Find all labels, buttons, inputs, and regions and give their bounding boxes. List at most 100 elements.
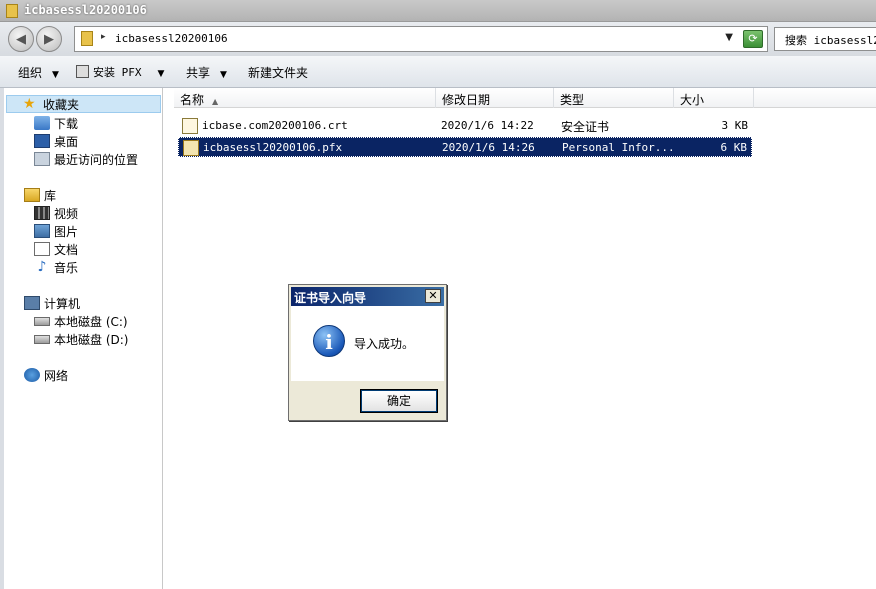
navigation-pane: ★ 收藏夹 下载 桌面 最近访问的位置 库 视频 图片 文档 ♪ 音乐 计算机 本地… <box>0 88 163 589</box>
import-wizard-dialog: 证书导入向导 ✕ i 导入成功。 确定 <box>288 284 447 421</box>
nav-documents[interactable]: 文档 <box>34 240 78 258</box>
dialog-body: i 导入成功。 <box>291 306 444 381</box>
pfx-file-icon <box>183 140 199 156</box>
nav-drive-c[interactable]: 本地磁盘 (C:) <box>34 312 128 330</box>
window-title: icbasessl20200106 <box>24 3 147 17</box>
file-row[interactable]: icbase.com20200106.crt 2020/1/6 14:22 安全… <box>178 116 752 136</box>
column-header-size[interactable]: 大小 <box>674 88 754 108</box>
back-arrow-icon: ◀ <box>16 31 26 47</box>
forward-arrow-icon: ▶ <box>44 31 54 47</box>
nav-favorites-label: 收藏夹 <box>43 97 80 112</box>
nav-pictures-label: 图片 <box>54 224 79 239</box>
certificate-file-icon <box>182 118 198 134</box>
folder-icon <box>6 4 18 18</box>
new-folder-button[interactable]: 新建文件夹 <box>248 64 308 81</box>
certificate-icon <box>76 65 89 78</box>
organize-menu-button[interactable]: 组织 ▼ <box>18 64 59 81</box>
share-menu-button[interactable]: 共享 ▼ <box>186 64 227 81</box>
nav-downloads[interactable]: 下载 <box>34 114 78 132</box>
organize-label: 组织 <box>18 66 43 80</box>
install-pfx-button[interactable]: 安装 PFX ▼ <box>76 64 164 80</box>
column-date-label: 修改日期 <box>442 93 491 107</box>
nav-network[interactable]: 网络 <box>24 366 68 384</box>
nav-videos-label: 视频 <box>54 206 79 221</box>
nav-computer-label: 计算机 <box>44 296 81 311</box>
file-date: 2020/1/6 14:26 <box>442 141 535 154</box>
nav-desktop-label: 桌面 <box>54 134 79 149</box>
window-titlebar: icbasessl20200106 <box>0 0 876 22</box>
file-date: 2020/1/6 14:22 <box>441 119 534 132</box>
nav-drive-d-label: 本地磁盘 (D:) <box>54 332 129 347</box>
file-row-selected[interactable]: icbasessl20200106.pfx 2020/1/6 14:26 Per… <box>178 137 752 157</box>
close-icon[interactable]: ✕ <box>425 289 441 303</box>
nav-pictures[interactable]: 图片 <box>34 222 78 240</box>
file-name: icbasessl20200106.pfx <box>203 141 343 154</box>
star-icon: ★ <box>23 96 36 112</box>
network-icon <box>24 368 40 382</box>
back-button[interactable]: ◀ <box>8 26 34 52</box>
column-header-type[interactable]: 类型 <box>554 88 674 108</box>
chevron-down-icon: ▼ <box>52 70 59 80</box>
desktop-icon <box>34 134 50 148</box>
nav-documents-label: 文档 <box>54 242 79 257</box>
search-input[interactable]: 搜索 icbasessl20200106 <box>774 27 876 51</box>
pictures-icon <box>34 224 50 238</box>
nav-downloads-label: 下载 <box>54 116 79 131</box>
nav-recent[interactable]: 最近访问的位置 <box>34 150 138 168</box>
dialog-titlebar: 证书导入向导 ✕ <box>291 287 444 306</box>
recent-places-icon <box>34 152 50 166</box>
breadcrumb-chevron-icon[interactable]: ▸ <box>101 32 106 42</box>
nav-music-label: 音乐 <box>54 260 79 275</box>
column-name-label: 名称 <box>180 93 205 107</box>
nav-libraries-label: 库 <box>44 188 57 203</box>
new-folder-label: 新建文件夹 <box>248 66 309 80</box>
video-icon <box>34 206 50 220</box>
ok-button[interactable]: 确定 <box>360 389 438 413</box>
file-name: icbase.com20200106.crt <box>202 119 348 132</box>
nav-drive-c-label: 本地磁盘 (C:) <box>54 314 128 329</box>
chevron-down-icon: ▼ <box>220 70 227 80</box>
nav-desktop[interactable]: 桌面 <box>34 132 78 150</box>
nav-libraries[interactable]: 库 <box>24 186 56 204</box>
chevron-down-icon: ▼ <box>157 69 165 79</box>
nav-recent-label: 最近访问的位置 <box>54 152 139 167</box>
dialog-title: 证书导入向导 <box>294 291 367 305</box>
column-type-label: 类型 <box>560 93 585 107</box>
dialog-message: 导入成功。 <box>354 337 415 351</box>
address-field[interactable]: ▸ icbasessl20200106 ▼ ⟳ <box>74 26 768 52</box>
nav-computer[interactable]: 计算机 <box>24 294 80 312</box>
music-note-icon: ♪ <box>37 259 47 275</box>
info-icon: i <box>313 325 345 357</box>
nav-music[interactable]: ♪ 音乐 <box>34 258 78 276</box>
command-bar: 组织 ▼ 安装 PFX ▼ 共享 ▼ 新建文件夹 <box>0 56 876 88</box>
breadcrumb-path[interactable]: icbasessl20200106 <box>115 32 228 45</box>
address-history-dropdown-icon[interactable]: ▼ <box>725 32 733 43</box>
sort-ascending-icon: ▲ <box>212 97 219 106</box>
download-folder-icon <box>34 116 50 130</box>
file-size: 3 KB <box>721 119 749 132</box>
install-pfx-label: 安装 PFX <box>93 66 142 79</box>
file-type: 安全证书 <box>561 120 610 134</box>
column-size-label: 大小 <box>680 93 705 107</box>
file-type: Personal Infor... <box>562 141 675 154</box>
folder-icon <box>81 31 93 46</box>
nav-favorites[interactable]: ★ 收藏夹 <box>6 95 161 113</box>
file-size: 6 KB <box>720 141 748 154</box>
forward-button[interactable]: ▶ <box>36 26 62 52</box>
nav-drive-d[interactable]: 本地磁盘 (D:) <box>34 330 128 348</box>
library-icon <box>24 188 40 202</box>
nav-videos[interactable]: 视频 <box>34 204 78 222</box>
document-icon <box>34 242 50 256</box>
share-label: 共享 <box>186 66 211 80</box>
computer-icon <box>24 296 40 310</box>
hard-drive-icon <box>34 334 50 344</box>
column-header-row: 名称 ▲ 修改日期 类型 大小 <box>174 88 876 108</box>
column-header-name[interactable]: 名称 ▲ <box>174 88 436 108</box>
file-list: 名称 ▲ 修改日期 类型 大小 icbase.com20200106.crt 20… <box>164 88 876 589</box>
column-header-date[interactable]: 修改日期 <box>436 88 554 108</box>
address-bar-row: ◀ ▶ ▸ icbasessl20200106 ▼ ⟳ 搜索 icbasessl… <box>0 22 876 56</box>
pane-scrollbar[interactable] <box>0 88 4 589</box>
refresh-button[interactable]: ⟳ <box>743 30 763 48</box>
hard-drive-icon <box>34 316 50 326</box>
nav-network-label: 网络 <box>44 368 69 383</box>
